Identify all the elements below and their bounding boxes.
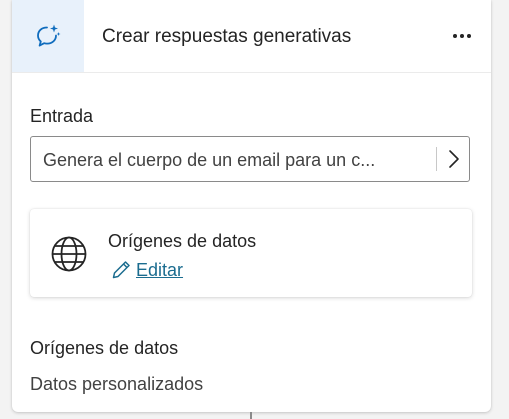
node-icon-box xyxy=(12,0,84,72)
node-header: Crear respuestas generativas xyxy=(12,0,491,73)
edit-link-label[interactable]: Editar xyxy=(136,260,183,281)
data-sources-card: Orígenes de datos Editar xyxy=(30,209,472,297)
chevron-right-icon xyxy=(449,150,459,168)
input-value[interactable]: Genera el cuerpo de un email para un c..… xyxy=(43,150,433,171)
input-field[interactable]: Genera el cuerpo de un email para un c..… xyxy=(30,136,470,182)
chat-sparkle-icon xyxy=(37,24,61,47)
pencil-icon xyxy=(112,261,130,279)
globe-icon xyxy=(51,236,87,272)
data-sources-title: Orígenes de datos xyxy=(108,231,257,251)
more-horizontal-icon xyxy=(453,34,457,38)
more-options-button[interactable] xyxy=(447,22,477,50)
input-divider xyxy=(436,147,437,171)
node-title: Crear respuestas generativas xyxy=(102,26,352,47)
node-connector xyxy=(250,412,252,419)
edit-data-sources-link[interactable]: Editar xyxy=(110,259,183,281)
generative-answers-node[interactable]: Crear respuestas generativas Entrada Gen… xyxy=(12,0,491,412)
summary-value: Datos personalizados xyxy=(30,374,204,394)
expand-input-button[interactable] xyxy=(439,137,469,181)
input-label: Entrada xyxy=(30,106,94,126)
summary-title: Orígenes de datos xyxy=(30,338,179,358)
